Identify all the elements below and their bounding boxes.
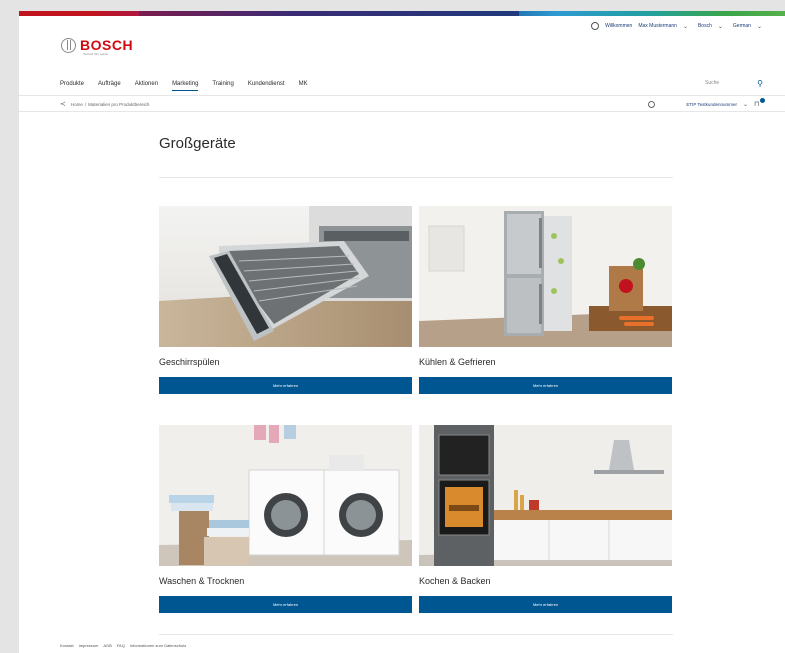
mehr-erfahren-button[interactable]: Mehr erfahren [159, 377, 412, 394]
account-selector[interactable]: ETIP Testkundennummer [686, 102, 737, 107]
footer-link-agb[interactable]: AGB [103, 643, 111, 648]
category-card-kuehlen-gefrieren: Kühlen & Gefrieren Mehr erfahren [419, 206, 672, 394]
category-card-geschirrspuelen: Geschirrspülen Mehr erfahren [159, 206, 412, 394]
breadcrumb-home[interactable]: Home [71, 102, 83, 107]
main-nav: Produkte Aufträge Aktionen Marketing Tra… [60, 81, 308, 91]
user-menu[interactable]: Max Mustermann [638, 23, 677, 29]
footer-link-kontakt[interactable]: Kontakt [60, 643, 74, 648]
card-label: Waschen & Trocknen [159, 576, 245, 586]
breadcrumb-divider [19, 111, 785, 112]
page-title: Großgeräte [159, 135, 236, 152]
nav-divider [19, 95, 785, 96]
chevron-down-icon[interactable]: ⌄ [718, 23, 723, 30]
category-card-waschen-trocknen: Waschen & Trocknen Mehr erfahren [159, 425, 412, 613]
nav-item-produkte[interactable]: Produkte [60, 81, 84, 91]
footer-link-faq[interactable]: FAQ [117, 643, 125, 648]
footer-link-datenschutz[interactable]: Informationen zum Datenschutz [130, 643, 186, 648]
info-icon[interactable] [648, 100, 656, 108]
nav-item-marketing[interactable]: Marketing [172, 81, 199, 91]
notification-badge [760, 97, 765, 103]
category-card-kochen-backen: Kochen & Backen Mehr erfahren [419, 425, 672, 613]
title-divider [159, 177, 673, 178]
fridge-image[interactable] [419, 206, 672, 347]
utility-bar: Willkommen Max Mustermann ⌄ Bosch ⌄ Germ… [591, 22, 766, 30]
nav-item-mk[interactable]: MK [299, 81, 308, 91]
bosch-armature-icon [61, 38, 76, 53]
nav-item-training[interactable]: Training [212, 81, 233, 91]
breadcrumb-separator: / [84, 101, 87, 107]
nav-item-auftraege[interactable]: Aufträge [98, 81, 121, 91]
breadcrumb-bar: ≺ Home / Materialien pro Produktbereich … [60, 97, 765, 110]
washing-machine-image[interactable] [159, 425, 412, 566]
mehr-erfahren-button[interactable]: Mehr erfahren [159, 596, 412, 613]
dishwasher-image[interactable] [159, 206, 412, 347]
brand-color-bar [19, 11, 785, 16]
breadcrumb-current: Materialien pro Produktbereich [88, 101, 150, 107]
search-field[interactable]: Suche ⚲ [693, 78, 763, 88]
mehr-erfahren-button[interactable]: Mehr erfahren [419, 596, 672, 613]
breadcrumb-right: ETIP Testkundennummer ⌄ ⊓ [648, 97, 765, 109]
chevron-down-icon[interactable]: ⌄ [743, 101, 748, 108]
chevron-down-icon[interactable]: ⌄ [683, 23, 688, 30]
chevron-down-icon[interactable]: ⌄ [757, 23, 762, 30]
welcome-text: Willkommen [605, 23, 633, 29]
nav-item-kundendienst[interactable]: Kundendienst [248, 81, 285, 91]
footer-links: Kontakt Impressum AGB FAQ Informationen … [60, 643, 186, 648]
card-label: Kochen & Backen [419, 576, 491, 586]
nav-item-aktionen[interactable]: Aktionen [135, 81, 158, 91]
share-icon[interactable]: ≺ [60, 100, 66, 108]
brand-claim: Technik fürs Leben [83, 52, 109, 56]
bosch-logo[interactable]: BOSCH Technik fürs Leben [61, 37, 134, 56]
oven-image[interactable] [419, 425, 672, 566]
language-menu[interactable]: German [733, 23, 751, 29]
brand-name: BOSCH [80, 37, 134, 53]
search-icon[interactable]: ⚲ [757, 79, 763, 88]
card-label: Kühlen & Gefrieren [419, 357, 496, 367]
footer-divider [159, 634, 673, 635]
notification-icon[interactable]: ⊓ [754, 97, 765, 109]
footer-link-impressum[interactable]: Impressum [79, 643, 99, 648]
company-menu[interactable]: Bosch [698, 23, 712, 29]
mehr-erfahren-button[interactable]: Mehr erfahren [419, 377, 672, 394]
page: Willkommen Max Mustermann ⌄ Bosch ⌄ Germ… [19, 11, 785, 653]
search-input[interactable]: Suche [705, 80, 719, 86]
user-icon [591, 22, 600, 30]
card-label: Geschirrspülen [159, 357, 220, 367]
